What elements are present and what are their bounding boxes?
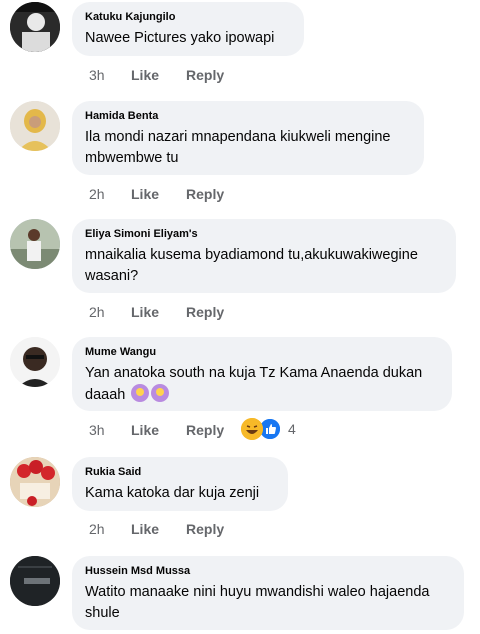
commenter-name[interactable]: Hussein Msd Mussa: [85, 565, 451, 578]
commenter-name[interactable]: Katuku Kajungilo: [85, 11, 291, 24]
avatar[interactable]: [10, 219, 60, 269]
reply-button[interactable]: Reply: [186, 422, 224, 438]
reply-button[interactable]: Reply: [186, 304, 224, 320]
comment-bubble: Katuku Kajungilo Nawee Pictures yako ipo…: [72, 2, 304, 56]
comment-bubble: Hamida Benta Ila mondi nazari mnapendana…: [72, 101, 424, 175]
comment-bubble: Eliya Simoni Eliyam's mnaikalia kusema b…: [72, 219, 456, 293]
commenter-name[interactable]: Hamida Benta: [85, 110, 411, 123]
commenter-name[interactable]: Mume Wangu: [85, 346, 439, 359]
comment-text: Ila mondi nazari mnapendana kiukweli men…: [85, 129, 391, 166]
avatar[interactable]: [10, 2, 60, 52]
timestamp[interactable]: 2h: [89, 304, 105, 320]
comment-text: Kama katoka dar kuja zenji: [85, 485, 260, 501]
like-button[interactable]: Like: [131, 521, 159, 537]
like-button[interactable]: Like: [131, 186, 159, 202]
haha-icon: [241, 418, 263, 440]
timestamp[interactable]: 3h: [89, 67, 105, 83]
timestamp[interactable]: 2h: [89, 186, 105, 202]
comment-text: mnaikalia kusema byadiamond tu,akukuwaki…: [85, 247, 418, 284]
avatar[interactable]: [10, 101, 60, 151]
comment-bubble: Rukia Said Kama katoka dar kuja zenji: [72, 457, 288, 511]
comment-text: Nawee Pictures yako ipowapi: [85, 30, 275, 46]
avatar[interactable]: [10, 337, 60, 387]
timestamp[interactable]: 2h: [89, 521, 105, 537]
comment-text: Yan anatoka south na kuja Tz Kama Anaend…: [85, 363, 439, 406]
avatar[interactable]: [10, 556, 60, 606]
comment-bubble: Mume Wangu Yan anatoka south na kuja Tz …: [72, 337, 452, 411]
like-button[interactable]: Like: [131, 422, 159, 438]
like-button[interactable]: Like: [131, 304, 159, 320]
avatar[interactable]: [10, 457, 60, 507]
commenter-name[interactable]: Rukia Said: [85, 466, 275, 479]
reaction-summary[interactable]: 4: [241, 417, 296, 441]
comment-text: Watito manaake nini huyu mwandishi waleo…: [85, 584, 430, 621]
timestamp[interactable]: 3h: [89, 422, 105, 438]
woman-gesturing-emoji-icon: [151, 384, 170, 402]
like-button[interactable]: Like: [131, 67, 159, 83]
reply-button[interactable]: Reply: [186, 521, 224, 537]
reply-button[interactable]: Reply: [186, 186, 224, 202]
commenter-name[interactable]: Eliya Simoni Eliyam's: [85, 228, 443, 241]
reaction-count: 4: [288, 421, 296, 437]
comment-bubble: Hussein Msd Mussa Watito manaake nini hu…: [72, 556, 464, 630]
woman-gesturing-emoji-icon: [131, 384, 150, 402]
reply-button[interactable]: Reply: [186, 67, 224, 83]
